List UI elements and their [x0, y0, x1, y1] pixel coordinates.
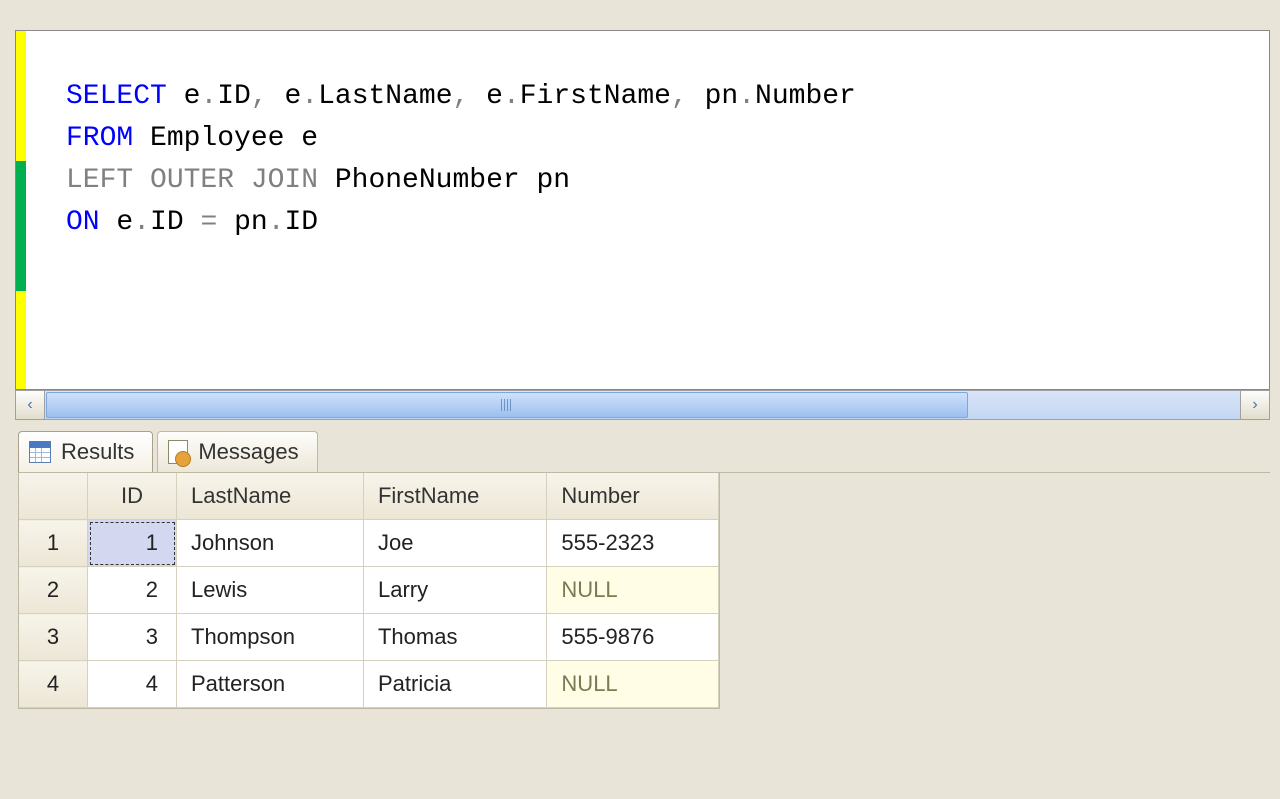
sql-token: .: [301, 81, 318, 112]
results-grid[interactable]: ID LastName FirstName Number 11JohnsonJo…: [18, 472, 720, 709]
cell-number[interactable]: 555-2323: [547, 520, 719, 567]
table-row[interactable]: 22LewisLarryNULL: [19, 567, 719, 614]
row-number[interactable]: 4: [19, 661, 88, 708]
scroll-thumb[interactable]: [46, 392, 968, 418]
sql-token: FROM: [66, 123, 133, 154]
tab-results-label: Results: [61, 439, 134, 465]
col-header[interactable]: LastName: [177, 473, 364, 520]
cell-lastname[interactable]: Johnson: [177, 520, 364, 567]
sql-token: ,: [251, 81, 268, 112]
row-number[interactable]: 1: [19, 520, 88, 567]
sql-token: e: [167, 81, 201, 112]
sql-token: Employee e: [133, 123, 318, 154]
sql-token: ,: [671, 81, 688, 112]
sql-token: ID: [217, 81, 251, 112]
cell-number[interactable]: NULL: [547, 567, 719, 614]
sql-token: =: [200, 207, 217, 238]
sql-token: pn: [217, 207, 267, 238]
scroll-track[interactable]: [45, 391, 1240, 419]
tab-messages[interactable]: Messages: [157, 431, 317, 472]
scroll-left-button[interactable]: ‹: [16, 391, 45, 419]
sql-token: ID: [150, 207, 200, 238]
sql-token: FirstName: [520, 81, 671, 112]
grid-icon: [29, 441, 51, 463]
cell-id[interactable]: 3: [88, 614, 177, 661]
cell-id[interactable]: 1: [88, 520, 177, 567]
sql-token: LastName: [318, 81, 452, 112]
cell-number[interactable]: 555-9876: [547, 614, 719, 661]
sql-token: .: [268, 207, 285, 238]
scroll-right-button[interactable]: ›: [1240, 391, 1269, 419]
cell-firstname[interactable]: Joe: [363, 520, 546, 567]
col-header[interactable]: ID: [88, 473, 177, 520]
row-number[interactable]: 2: [19, 567, 88, 614]
sql-token: Number: [755, 81, 856, 112]
cell-lastname[interactable]: Lewis: [177, 567, 364, 614]
cell-lastname[interactable]: Thompson: [177, 614, 364, 661]
cell-id[interactable]: 2: [88, 567, 177, 614]
col-header[interactable]: Number: [547, 473, 719, 520]
cell-firstname[interactable]: Patricia: [363, 661, 546, 708]
document-icon: [168, 440, 188, 464]
sql-token: pn: [688, 81, 738, 112]
sql-token: ON: [66, 207, 100, 238]
header-row: ID LastName FirstName Number: [19, 473, 719, 520]
sql-token: e: [469, 81, 503, 112]
sql-token: SELECT: [66, 81, 167, 112]
table-row[interactable]: 11JohnsonJoe555-2323: [19, 520, 719, 567]
ssms-window: SELECT e.ID, e.LastName, e.FirstName, pn…: [0, 0, 1280, 799]
sql-editor[interactable]: SELECT e.ID, e.LastName, e.FirstName, pn…: [15, 30, 1270, 390]
sql-token: .: [200, 81, 217, 112]
sql-token: .: [503, 81, 520, 112]
cell-firstname[interactable]: Thomas: [363, 614, 546, 661]
cell-id[interactable]: 4: [88, 661, 177, 708]
editor-hscrollbar[interactable]: ‹ ›: [15, 390, 1270, 420]
sql-token: .: [133, 207, 150, 238]
sql-token: ID: [285, 207, 319, 238]
editor-gutter: [16, 31, 26, 389]
sql-token: e: [268, 81, 302, 112]
rownum-header[interactable]: [19, 473, 88, 520]
sql-token: LEFT OUTER JOIN: [66, 165, 318, 196]
table-row[interactable]: 44PattersonPatriciaNULL: [19, 661, 719, 708]
table-row[interactable]: 33ThompsonThomas555-9876: [19, 614, 719, 661]
change-marker: [16, 161, 26, 291]
result-tabs: Results Messages: [18, 428, 1270, 473]
sql-token: .: [738, 81, 755, 112]
cell-number[interactable]: NULL: [547, 661, 719, 708]
col-header[interactable]: FirstName: [363, 473, 546, 520]
cell-firstname[interactable]: Larry: [363, 567, 546, 614]
tab-results[interactable]: Results: [18, 431, 153, 472]
sql-token: ,: [453, 81, 470, 112]
sql-token: PhoneNumber pn: [318, 165, 570, 196]
sql-token: e: [100, 207, 134, 238]
tab-messages-label: Messages: [198, 439, 298, 465]
row-number[interactable]: 3: [19, 614, 88, 661]
cell-lastname[interactable]: Patterson: [177, 661, 364, 708]
sql-code[interactable]: SELECT e.ID, e.LastName, e.FirstName, pn…: [26, 31, 1269, 389]
